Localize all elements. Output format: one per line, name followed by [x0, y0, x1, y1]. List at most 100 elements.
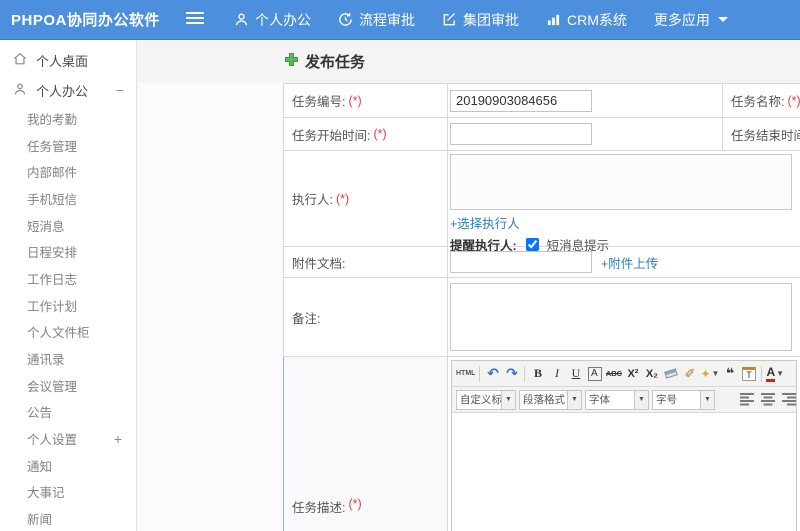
sidebar-item-label: 新闻 [27, 513, 53, 528]
sidebar-item-mobile-sms[interactable]: 手机短信 [0, 185, 136, 212]
strikethrough-icon[interactable]: ABC [604, 364, 623, 384]
sidebar-group-personal-office[interactable]: 个人办公 − [0, 75, 136, 105]
start-time-input[interactable] [450, 123, 592, 145]
remark-textarea[interactable] [450, 283, 792, 351]
sidebar-item-label: 公告 [27, 406, 53, 421]
start-time-label: 任务开始时间: (*) [284, 118, 448, 150]
hamburger-icon [186, 11, 204, 28]
superscript-icon[interactable]: X² [623, 364, 642, 384]
executor-label: 执行人: (*) [284, 151, 448, 246]
align-left-icon[interactable] [740, 393, 755, 406]
select-value: 自定义标题 [460, 394, 501, 406]
choose-executor-link[interactable]: +选择执行人 [450, 217, 520, 231]
sidebar-item-personal-files[interactable]: 个人文件柜 [0, 319, 136, 346]
menu-toggle-button[interactable] [186, 11, 204, 28]
nav-more-apps[interactable]: 更多应用 [654, 10, 728, 30]
nav-label: 流程审批 [359, 11, 415, 28]
html-source-button[interactable]: HTML [455, 364, 476, 384]
align-center-icon[interactable] [761, 393, 776, 406]
sidebar-item-internal-mail[interactable]: 内部邮件 [0, 158, 136, 185]
undo-icon[interactable]: ↶ [483, 364, 502, 384]
sidebar-item-label: 手机短信 [27, 192, 78, 207]
sidebar-item-personal-settings[interactable]: 个人设置 + [0, 425, 136, 452]
sidebar-item-label: 工作计划 [27, 299, 78, 314]
toolbar-separator [761, 365, 763, 382]
field-label: 备注: [292, 311, 321, 326]
sidebar-item-memorabilia[interactable]: 大事记 [0, 479, 136, 506]
sidebar: 个人桌面 个人办公 − 我的考勤 任务管理 内部邮件 手机短信 短消息 日程安排… [0, 40, 137, 531]
remark-label: 备注: [284, 278, 448, 356]
underline-icon[interactable]: U [566, 364, 585, 384]
attachment-upload-link[interactable]: +附件上传 [601, 253, 658, 272]
attachment-label: 附件文档: [284, 247, 448, 277]
nav-label: 集团审批 [463, 11, 519, 28]
toolbar-separator [524, 365, 526, 382]
required-mark: (*) [348, 93, 362, 108]
form-row-time: 任务开始时间:(*) 任务结束时间:(*) [284, 118, 800, 151]
sidebar-item-task-management[interactable]: 任务管理 [0, 132, 136, 159]
custom-title-select[interactable]: 自定义标题 ▼ [456, 389, 516, 410]
quick-format-button[interactable]: ✦ ▼ [699, 364, 720, 384]
format-brush-icon[interactable]: ✐ [680, 364, 699, 384]
sidebar-item-meeting-management[interactable]: 会议管理 [0, 372, 136, 399]
attachment-cell: +附件上传 [448, 247, 800, 277]
align-right-icon[interactable] [782, 393, 796, 406]
paste-clipboard-icon: T [741, 366, 756, 381]
attachment-input[interactable] [450, 251, 592, 273]
sidebar-item-notification[interactable]: 通知 [0, 452, 136, 479]
sidebar-item-work-plan[interactable]: 工作计划 [0, 292, 136, 319]
remark-cell [448, 278, 800, 356]
executor-textarea[interactable] [450, 154, 792, 210]
sidebar-item-contacts[interactable]: 通讯录 [0, 345, 136, 372]
font-family-select[interactable]: 字体 ▼ [585, 389, 649, 410]
nav-label: 更多应用 [653, 11, 710, 28]
paste-text-button[interactable]: T [739, 364, 758, 384]
edit-square-icon [442, 12, 457, 27]
sidebar-item-personal-desktop[interactable]: 个人桌面 [0, 45, 136, 75]
blockquote-icon[interactable]: ❝ [720, 364, 739, 384]
sidebar-item-label: 大事记 [27, 486, 65, 501]
font-color-button[interactable]: A ▼ [765, 364, 785, 384]
subscript-icon[interactable]: X₂ [642, 364, 661, 384]
sidebar-item-label: 会议管理 [27, 379, 78, 394]
form-row-remark: 备注: [284, 278, 800, 357]
sidebar-item-label: 通知 [27, 459, 53, 474]
sidebar-item-label: 工作日志 [27, 272, 78, 287]
eraser-button[interactable] [661, 364, 680, 384]
home-icon [13, 52, 27, 69]
main-content: 发布任务 任务编号:(*) 任务名称:(*) 任务开始时间:(*) [138, 40, 800, 531]
page-title-text: 发布任务 [305, 54, 366, 71]
chevron-down-icon: ▼ [700, 390, 714, 409]
font-color-icon: A [766, 365, 776, 382]
chevron-down-icon: ▼ [776, 369, 785, 378]
sidebar-item-work-log[interactable]: 工作日志 [0, 265, 136, 292]
font-size-select[interactable]: 字号 ▼ [652, 389, 715, 410]
expand-plus-icon[interactable]: + [114, 431, 122, 447]
field-label: 任务编号: [292, 95, 346, 109]
task-no-input[interactable] [450, 89, 592, 112]
nav-process-approval[interactable]: 流程审批 [338, 10, 415, 30]
nav-group-approval[interactable]: 集团审批 [442, 10, 519, 30]
paragraph-format-select[interactable]: 段落格式 ▼ [519, 389, 582, 410]
italic-icon[interactable]: I [547, 364, 566, 384]
sidebar-item-my-attendance[interactable]: 我的考勤 [0, 105, 136, 132]
app-header: PHPOA协同办公软件 个人办公 流程审批 集团审批 CRM系统 更多应用 [0, 0, 800, 40]
sidebar-item-label: 通讯录 [27, 353, 65, 368]
sidebar-item-news[interactable]: 新闻 [0, 505, 136, 531]
font-box-icon[interactable]: A [587, 366, 602, 381]
nav-personal-office[interactable]: 个人办公 [234, 10, 311, 30]
chevron-down-icon [717, 17, 728, 22]
sidebar-item-announcement[interactable]: 公告 [0, 399, 136, 426]
collapse-minus-icon[interactable]: − [116, 82, 124, 98]
editor-content-area[interactable] [452, 413, 796, 531]
editor-toolbar-row1: HTML ↶ ↷ B I U A ABC X² X₂ ✐ ✦ ▼ ❝ T A ▼ [452, 361, 796, 387]
sidebar-item-short-message[interactable]: 短消息 [0, 212, 136, 239]
field-label: 执行人: [292, 193, 333, 207]
sidebar-item-schedule[interactable]: 日程安排 [0, 238, 136, 265]
bold-icon[interactable]: B [528, 364, 547, 384]
page-title-band: 发布任务 [138, 40, 800, 83]
redo-icon[interactable]: ↷ [502, 364, 521, 384]
field-label: 任务结束时间: [731, 128, 800, 143]
required-mark: (*) [787, 93, 800, 108]
nav-crm-system[interactable]: CRM系统 [546, 10, 627, 30]
